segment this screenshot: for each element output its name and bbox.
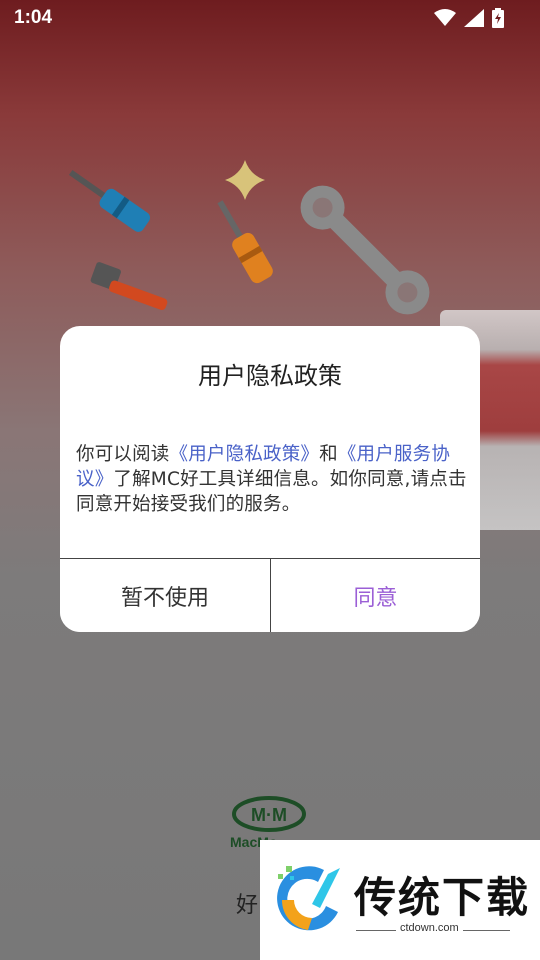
wrench-icon bbox=[300, 185, 430, 315]
hammer-icon bbox=[90, 262, 168, 311]
watermark-url: ctdown.com bbox=[396, 922, 463, 934]
body-prefix-text: 你可以阅读 bbox=[76, 444, 170, 465]
privacy-policy-dialog: 用户隐私政策 你可以阅读《用户隐私政策》和《用户服务协议》了解MC好工具详细信息… bbox=[60, 326, 480, 632]
privacy-policy-link[interactable]: 《用户隐私政策》 bbox=[170, 444, 320, 465]
star-shape-icon bbox=[225, 160, 265, 200]
dialog-body: 你可以阅读《用户隐私政策》和《用户服务协议》了解MC好工具详细信息。如你同意,请… bbox=[76, 442, 468, 517]
signal-icon bbox=[464, 9, 484, 27]
svg-text:M·M: M·M bbox=[251, 805, 287, 825]
body-and-text: 和 bbox=[319, 444, 338, 465]
ctdown-logo-icon bbox=[277, 866, 340, 931]
macmo-logo: M·M bbox=[232, 796, 306, 832]
screwdriver-orange-icon bbox=[217, 200, 273, 284]
watermark-text: 传统下载 bbox=[354, 873, 531, 922]
status-time: 1:04 bbox=[14, 7, 53, 28]
dialog-title: 用户隐私政策 bbox=[198, 362, 342, 390]
battery-charging-icon bbox=[492, 8, 504, 28]
wifi-icon bbox=[434, 9, 456, 27]
app-name-text: 好 bbox=[236, 893, 259, 918]
status-icons bbox=[434, 8, 504, 28]
app-screen: 1:04 M·M MacMo 好 用户隐私政策 你可以阅读《用户隐私政策》和《用… bbox=[0, 0, 540, 960]
decline-button[interactable]: 暂不使用 bbox=[60, 559, 270, 632]
status-bar: 1:04 bbox=[0, 0, 540, 36]
ctdown-watermark: 传统下载 ctdown.com bbox=[260, 840, 540, 960]
body-suffix-text: 了解MC好工具详细信息。如你同意,请点击同意开始接受我们的服务。 bbox=[76, 469, 467, 515]
screwdriver-icon bbox=[68, 170, 150, 232]
agree-button[interactable]: 同意 bbox=[270, 559, 480, 632]
